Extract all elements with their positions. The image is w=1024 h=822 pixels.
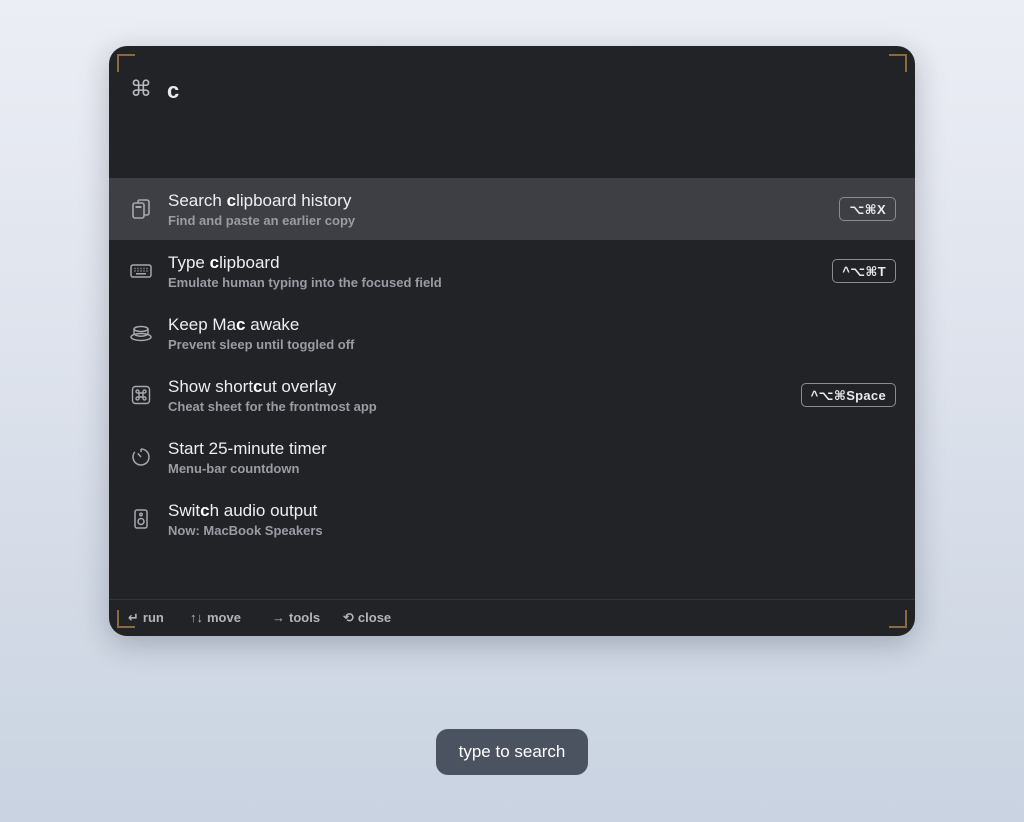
clipboard-icon: [129, 197, 153, 221]
result-title: Search clipboard history: [168, 191, 352, 210]
result-title: Show shortcut overlay: [168, 377, 337, 396]
result-item-keep-mac-awake[interactable]: Keep Mac awake Prevent sleep until toggl…: [109, 302, 915, 364]
command-key-icon: [129, 383, 153, 407]
shortcut-badge: ^⌥⌘T: [832, 259, 896, 283]
result-item-switch-audio-output[interactable]: Switch audio output Now: MacBook Speaker…: [109, 488, 915, 550]
reset-icon: ⟲: [343, 610, 354, 625]
footer-hints: ↵ run ↑↓ move → tools ⟲ close: [109, 599, 915, 636]
results-list: Search clipboard history Find and paste …: [109, 178, 915, 550]
type-to-search-toast: type to search: [436, 729, 588, 775]
up-down-arrows-icon: ↑↓: [190, 610, 203, 625]
result-subtitle: Emulate human typing into the focused fi…: [168, 275, 442, 290]
result-title: Keep Mac awake: [168, 315, 300, 334]
timer-icon: [129, 445, 153, 469]
shortcut-badge: ⌥⌘X: [839, 197, 896, 221]
result-subtitle: Menu-bar countdown: [168, 461, 300, 476]
result-title: Switch audio output: [168, 501, 318, 520]
result-subtitle: Find and paste an earlier copy: [168, 213, 356, 228]
hint-close: ⟲ close: [343, 610, 392, 625]
shortcut-badge: ^⌥⌘Space: [800, 383, 896, 407]
return-icon: ↵: [128, 610, 139, 625]
result-item-show-shortcut-overlay[interactable]: Show shortcut overlay Cheat sheet for th…: [109, 364, 915, 426]
result-subtitle: Cheat sheet for the frontmost app: [168, 399, 377, 414]
hint-run: ↵ run: [128, 610, 164, 625]
result-item-start-timer[interactable]: Start 25-minute timer Menu-bar countdown: [109, 426, 915, 488]
result-subtitle: Now: MacBook Speakers: [168, 523, 323, 538]
result-item-type-clipboard[interactable]: Type clipboard Emulate human typing into…: [109, 240, 915, 302]
command-palette: ⌘ c Search clipboard history Find and pa…: [109, 46, 915, 636]
speaker-icon: [129, 507, 153, 531]
result-title: Start 25-minute timer: [168, 439, 327, 458]
hint-tools: → tools: [272, 610, 321, 625]
search-bar[interactable]: ⌘ c: [109, 46, 915, 132]
result-title: Type clipboard: [168, 253, 280, 272]
coffee-cup-icon: [129, 321, 153, 345]
search-input[interactable]: c: [167, 77, 179, 105]
result-item-search-clipboard-history[interactable]: Search clipboard history Find and paste …: [109, 178, 915, 240]
command-icon: ⌘: [130, 76, 152, 101]
right-arrow-icon: →: [272, 610, 285, 625]
hint-move: ↑↓ move: [190, 610, 241, 625]
keyboard-icon: [129, 259, 153, 283]
result-subtitle: Prevent sleep until toggled off: [168, 337, 355, 352]
